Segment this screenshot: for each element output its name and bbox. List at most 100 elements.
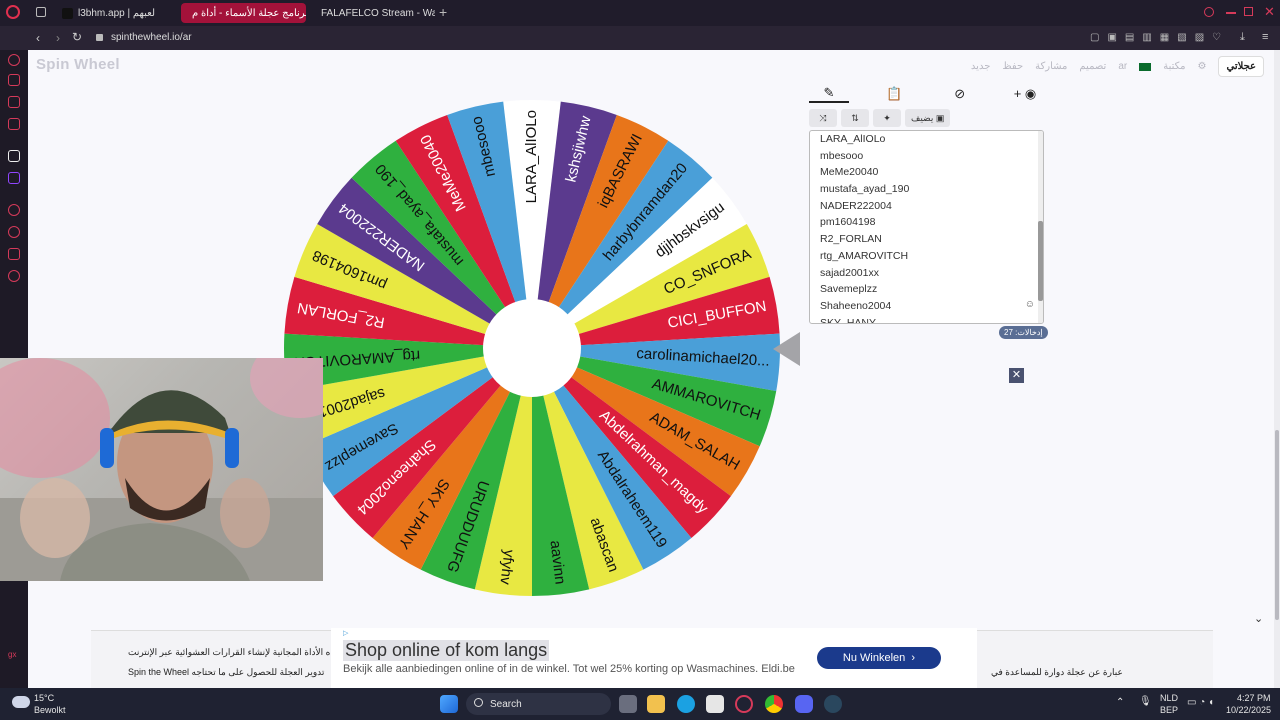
tab-falafelco[interactable]: FALAFELCO Stream - Wa — [310, 3, 435, 23]
reload-icon[interactable]: ↻ — [72, 30, 82, 44]
discord-icon[interactable] — [795, 695, 813, 713]
sidebar-messenger-icon[interactable] — [8, 96, 20, 108]
banner-line3: عبارة عن عجلة دوارة للمساعدة في — [991, 667, 1123, 677]
page-scroll-thumb[interactable] — [1275, 430, 1279, 620]
entries-scroll-thumb[interactable] — [1038, 221, 1043, 301]
nav-language[interactable]: ar — [1118, 61, 1127, 72]
sidebar-player-icon[interactable] — [8, 204, 20, 216]
close-panel-button[interactable]: ✕ — [1009, 368, 1024, 383]
language-code[interactable]: NLD — [1160, 693, 1178, 703]
opera-gx-icon[interactable] — [735, 695, 753, 713]
streamer-figure — [0, 358, 323, 581]
sidebar-extensions-icon[interactable] — [8, 248, 20, 260]
weather-text[interactable]: Bewolkt — [34, 705, 66, 715]
weather-icon[interactable] — [12, 696, 30, 708]
shuffle-button[interactable]: ⤨ — [809, 109, 837, 127]
sidebar-ai-icon[interactable] — [8, 54, 20, 66]
site-logo[interactable]: Spin Wheel — [36, 56, 120, 73]
entries-textarea[interactable]: LARA_AlIOLo mbesooo MeMe20040 mustafa_ayad_… — [809, 130, 1044, 324]
eye-off-icon[interactable]: ⊘ — [940, 86, 980, 102]
entry-line[interactable]: sajad2001xx — [810, 265, 1043, 282]
entry-line[interactable]: Shaheeno2004 — [810, 298, 1043, 315]
entry-line[interactable]: mbesooo — [810, 148, 1043, 165]
wheel-center[interactable] — [483, 299, 581, 397]
nav-new[interactable]: جديد — [971, 61, 990, 72]
tab-l3bhm[interactable]: l3bhm.app | لعبهم — [56, 3, 176, 23]
add-image-button[interactable]: يضيف ▣ — [905, 109, 951, 127]
entry-line[interactable]: NADER222004 — [810, 198, 1043, 215]
emoji-icon[interactable]: ☺ — [1025, 299, 1035, 310]
network-volume-icons[interactable]: ▭ ◔ ◖ — [1187, 697, 1214, 708]
entries-list: LARA_AlIOLo mbesooo MeMe20040 mustafa_ayad_… — [810, 131, 1043, 323]
banner-line2: Spin the Wheel تدوير العجلة للحصول على م… — [128, 667, 325, 677]
weather-temp[interactable]: 15°C — [34, 693, 54, 703]
new-tab-button[interactable]: + — [439, 4, 447, 20]
edge-icon[interactable] — [677, 695, 695, 713]
chrome-icon[interactable] — [765, 695, 783, 713]
steam-icon[interactable] — [824, 695, 842, 713]
plus-color-icon[interactable]: + ◉ — [1005, 86, 1045, 102]
clock-date[interactable]: 10/22/2025 — [1226, 705, 1271, 715]
sidebar-gx-icon[interactable]: gx — [8, 650, 20, 662]
wheel-segment-label: LARA_AlIOLo — [523, 110, 540, 203]
entry-line[interactable]: LARA_AlIOLo — [810, 131, 1043, 148]
close-window-icon[interactable]: ✕ — [1264, 4, 1275, 20]
sidebar-twitch-icon[interactable] — [8, 172, 20, 184]
menu-icon[interactable]: ≡ — [1262, 31, 1268, 43]
taskbar-search[interactable]: Search — [466, 693, 611, 715]
store-icon[interactable] — [706, 695, 724, 713]
sidebar-history-icon[interactable] — [8, 226, 20, 238]
sidebar-shopping-icon[interactable] — [8, 74, 20, 86]
minimize-icon[interactable] — [1226, 12, 1236, 14]
entry-line[interactable]: SKY_HANY — [810, 315, 1043, 323]
back-icon[interactable]: ‹ — [36, 31, 40, 45]
my-wheels-button[interactable]: عجلاتي — [1218, 56, 1264, 77]
search-icon — [474, 698, 483, 707]
tab-list-icon[interactable] — [36, 7, 46, 17]
l3bhm-favicon-icon — [62, 7, 73, 19]
clipboard-icon[interactable]: 📋 — [874, 86, 914, 102]
chevron-down-icon[interactable]: ⌄ — [1254, 612, 1263, 625]
maximize-icon[interactable] — [1244, 7, 1253, 16]
pencil-icon[interactable]: ✎ — [809, 85, 849, 103]
opera-logo-icon[interactable] — [6, 5, 20, 19]
nav-design[interactable]: تصميم — [1079, 61, 1106, 72]
url-field[interactable]: spinthewheel.io/ar — [111, 32, 192, 43]
forward-icon[interactable]: › — [56, 31, 60, 45]
entry-line[interactable]: Savemeplzz — [810, 281, 1043, 298]
search-tabs-icon[interactable] — [1204, 7, 1214, 17]
ad-choices-icon[interactable]: ▷ — [343, 629, 348, 637]
tab-label: l3bhm.app | لعبهم — [78, 7, 156, 19]
ad-shop-label: Nu Winkelen — [842, 652, 906, 664]
keyboard-layout[interactable]: BEP — [1160, 705, 1178, 715]
entry-line[interactable]: mustafa_ayad_190 — [810, 181, 1043, 198]
sidebar-kick-icon[interactable] — [8, 150, 20, 162]
tab-spin-wheel[interactable]: برنامج عجلة الأسماء - أداة م — [181, 3, 306, 23]
microphone-icon[interactable]: 🎙 — [1139, 696, 1152, 707]
ad-shop-button[interactable]: Nu Winkelen › — [817, 647, 941, 669]
settings-icon[interactable]: ⚙ — [1198, 61, 1207, 72]
entry-line[interactable]: pm1604198 — [810, 214, 1043, 231]
start-icon[interactable] — [440, 695, 458, 713]
clock-time[interactable]: 4:27 PM — [1237, 693, 1271, 703]
nav-library[interactable]: مكتبة — [1163, 61, 1185, 72]
task-view-icon[interactable] — [619, 695, 637, 713]
download-icon[interactable]: ⤓ — [1240, 31, 1245, 44]
windows-taskbar: 15°C Bewolkt Search ⌃ 🎙 NLD BEP ▭ ◔ ◖ 4:… — [0, 688, 1280, 720]
ai-button[interactable]: ✦ — [873, 109, 901, 127]
spin-wheel[interactable]: LARA_AlIOLo kshsjiwhw iqBASRAWIharbybnramd… — [282, 98, 782, 598]
advertisement[interactable]: ▷ Shop online of kom langs Bekijk alle a… — [331, 628, 977, 688]
ad-title[interactable]: Shop online of kom langs — [343, 640, 550, 661]
entry-line[interactable]: R2_FORLAN — [810, 231, 1043, 248]
nav-share[interactable]: مشاركة — [1035, 61, 1067, 72]
sort-button[interactable]: ⇅ — [841, 109, 869, 127]
nav-save[interactable]: حفظ — [1002, 61, 1023, 72]
entry-line[interactable]: rtg_AMAROVITCH — [810, 248, 1043, 265]
sidebar-settings-icon[interactable] — [8, 270, 20, 282]
wheel-pointer — [773, 332, 800, 366]
tray-chevron-icon[interactable]: ⌃ — [1116, 697, 1124, 708]
sidebar-instagram-icon[interactable] — [8, 118, 20, 130]
file-explorer-icon[interactable] — [647, 695, 665, 713]
tab-label: FALAFELCO Stream - Wa — [321, 7, 435, 19]
entry-line[interactable]: MeMe20040 — [810, 164, 1043, 181]
